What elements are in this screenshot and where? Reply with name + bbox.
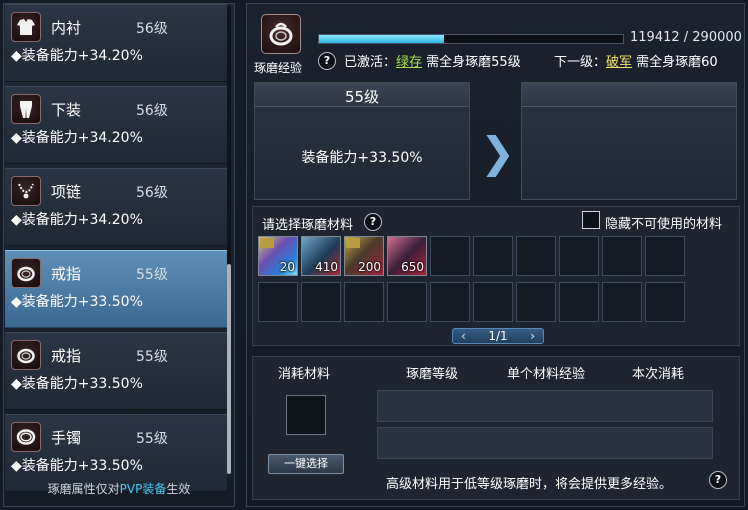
activated-prefix: 已激活：: [344, 55, 397, 70]
next-set-line: 下一级：破军 需全身琢磨60: [554, 51, 718, 70]
equipment-level: 55级: [136, 267, 168, 283]
material-count: 20: [279, 260, 295, 274]
result-row: [377, 390, 713, 422]
pager-prev-icon[interactable]: ‹: [461, 329, 466, 343]
equipment-name: 戒指: [51, 265, 82, 283]
equipment-name: 戒指: [51, 347, 82, 365]
activated-set-line: 已激活：绿存 需全身琢磨55级: [344, 51, 521, 70]
pager-page: 1/1: [488, 329, 508, 343]
material-slot-empty[interactable]: [387, 282, 427, 322]
equipment-name: 下装: [51, 101, 82, 119]
next-requirement: 需全身琢磨60: [632, 55, 718, 70]
material-slot-empty[interactable]: [602, 282, 642, 322]
refine-exp-label: 琢磨经验: [254, 61, 303, 75]
shirt-icon: [11, 12, 41, 42]
pvp-notice-highlight: PVP装备: [119, 482, 167, 496]
material-slot-empty[interactable]: [559, 236, 599, 276]
material-tag-icon: [346, 238, 360, 248]
material-slot-empty[interactable]: [344, 282, 384, 322]
equipment-list-item[interactable]: 项链 56级 ◆装备能力+34.20%: [5, 168, 227, 246]
material-help-icon[interactable]: ?: [364, 213, 382, 231]
activated-set-name[interactable]: 绿存: [396, 55, 422, 70]
equipment-level: 56级: [136, 185, 168, 201]
equipment-ability: ◆装备能力+34.20%: [11, 212, 143, 228]
consume-material-slot[interactable]: [286, 395, 326, 435]
pager-next-icon[interactable]: ›: [530, 329, 535, 343]
equipment-level: 56级: [136, 21, 168, 37]
equipment-name: 项链: [51, 183, 82, 201]
material-slot-empty[interactable]: [516, 282, 556, 322]
necklace-icon: [11, 176, 41, 206]
equipment-level: 56级: [136, 103, 168, 119]
material-slot-empty[interactable]: [645, 236, 685, 276]
next-set-name[interactable]: 破军: [606, 55, 632, 70]
hint-help-icon[interactable]: ?: [709, 471, 727, 489]
bracelet-icon: [11, 422, 41, 452]
material-slot-filled[interactable]: 200: [344, 236, 384, 276]
activated-requirement: 需全身琢磨55级: [422, 55, 521, 70]
hide-unusable-checkbox[interactable]: [582, 211, 600, 229]
material-title: 请选择琢磨材料: [262, 218, 354, 233]
refine-exp-bar: [318, 34, 624, 44]
material-slot-empty[interactable]: [559, 282, 599, 322]
col-material-exp: 单个材料经验: [507, 367, 586, 382]
list-scrollbar-thumb[interactable]: [227, 264, 231, 474]
material-slot-empty[interactable]: [258, 282, 298, 322]
one-key-select-button[interactable]: 一键选择: [268, 454, 344, 474]
material-slot-empty[interactable]: [301, 282, 341, 322]
material-slot-empty[interactable]: [645, 282, 685, 322]
material-pager: ‹ 1/1 ›: [452, 328, 544, 344]
set-help-icon[interactable]: ?: [318, 52, 336, 70]
material-slot-empty[interactable]: [430, 236, 470, 276]
equipment-ability: ◆装备能力+33.50%: [11, 294, 143, 310]
material-tag-icon: [260, 238, 274, 248]
pvp-notice-suffix: 生效: [166, 482, 191, 496]
next-level-box: [521, 82, 737, 200]
equipment-name: 内衬: [51, 19, 82, 37]
ring-icon: [261, 14, 301, 54]
next-prefix: 下一级：: [554, 55, 607, 70]
equipment-ability: ◆装备能力+33.50%: [11, 458, 143, 474]
current-level: 55级: [344, 88, 380, 106]
material-slot-empty[interactable]: [430, 282, 470, 322]
material-slot-empty[interactable]: [473, 236, 513, 276]
equipment-level: 55级: [136, 431, 168, 447]
material-slot-filled[interactable]: 20: [258, 236, 298, 276]
ring-icon: [11, 340, 41, 370]
col-consume-material: 消耗材料: [278, 367, 331, 382]
equipment-list-item[interactable]: 戒指 55级 ◆装备能力+33.50%: [5, 250, 227, 328]
equipment-ability: ◆装备能力+34.20%: [11, 48, 143, 64]
material-slot-empty[interactable]: [516, 236, 556, 276]
material-slot-filled[interactable]: 650: [387, 236, 427, 276]
equipment-list-item[interactable]: 内衬 56级 ◆装备能力+34.20%: [5, 4, 227, 82]
equipment-list-item[interactable]: 戒指 55级 ◆装备能力+33.50%: [5, 332, 227, 410]
equipment-level: 55级: [136, 349, 168, 365]
current-ability: 装备能力+33.50%: [301, 150, 423, 166]
pants-icon: [11, 94, 41, 124]
material-count: 200: [358, 260, 381, 274]
material-slot-filled[interactable]: 410: [301, 236, 341, 276]
hide-unusable-label[interactable]: 隐藏不可使用的材料: [605, 213, 722, 232]
refine-exp-fill: [319, 35, 445, 43]
equipment-name: 手镯: [51, 429, 82, 447]
equipment-ability: ◆装备能力+34.20%: [11, 130, 143, 146]
arrow-right-icon: ❯: [480, 128, 516, 177]
col-this-cost: 本次消耗: [632, 367, 685, 382]
equipment-list-item[interactable]: 下装 56级 ◆装备能力+34.20%: [5, 86, 227, 164]
material-count: 410: [315, 260, 338, 274]
refine-hint: 高级材料用于低等级琢磨时，将会提供更多经验。: [386, 477, 673, 492]
pvp-notice-prefix: 琢磨属性仅对: [47, 482, 120, 496]
material-count: 650: [401, 260, 424, 274]
material-slot-empty[interactable]: [602, 236, 642, 276]
ring-icon: [11, 258, 41, 288]
result-row: [377, 427, 713, 459]
pvp-notice: 琢磨属性仅对PVP装备生效: [3, 480, 235, 497]
material-slot-empty[interactable]: [473, 282, 513, 322]
col-refine-level: 琢磨等级: [406, 367, 459, 382]
refine-exp-value: 119412 / 290000: [630, 30, 742, 45]
equipment-ability: ◆装备能力+33.50%: [11, 376, 143, 392]
